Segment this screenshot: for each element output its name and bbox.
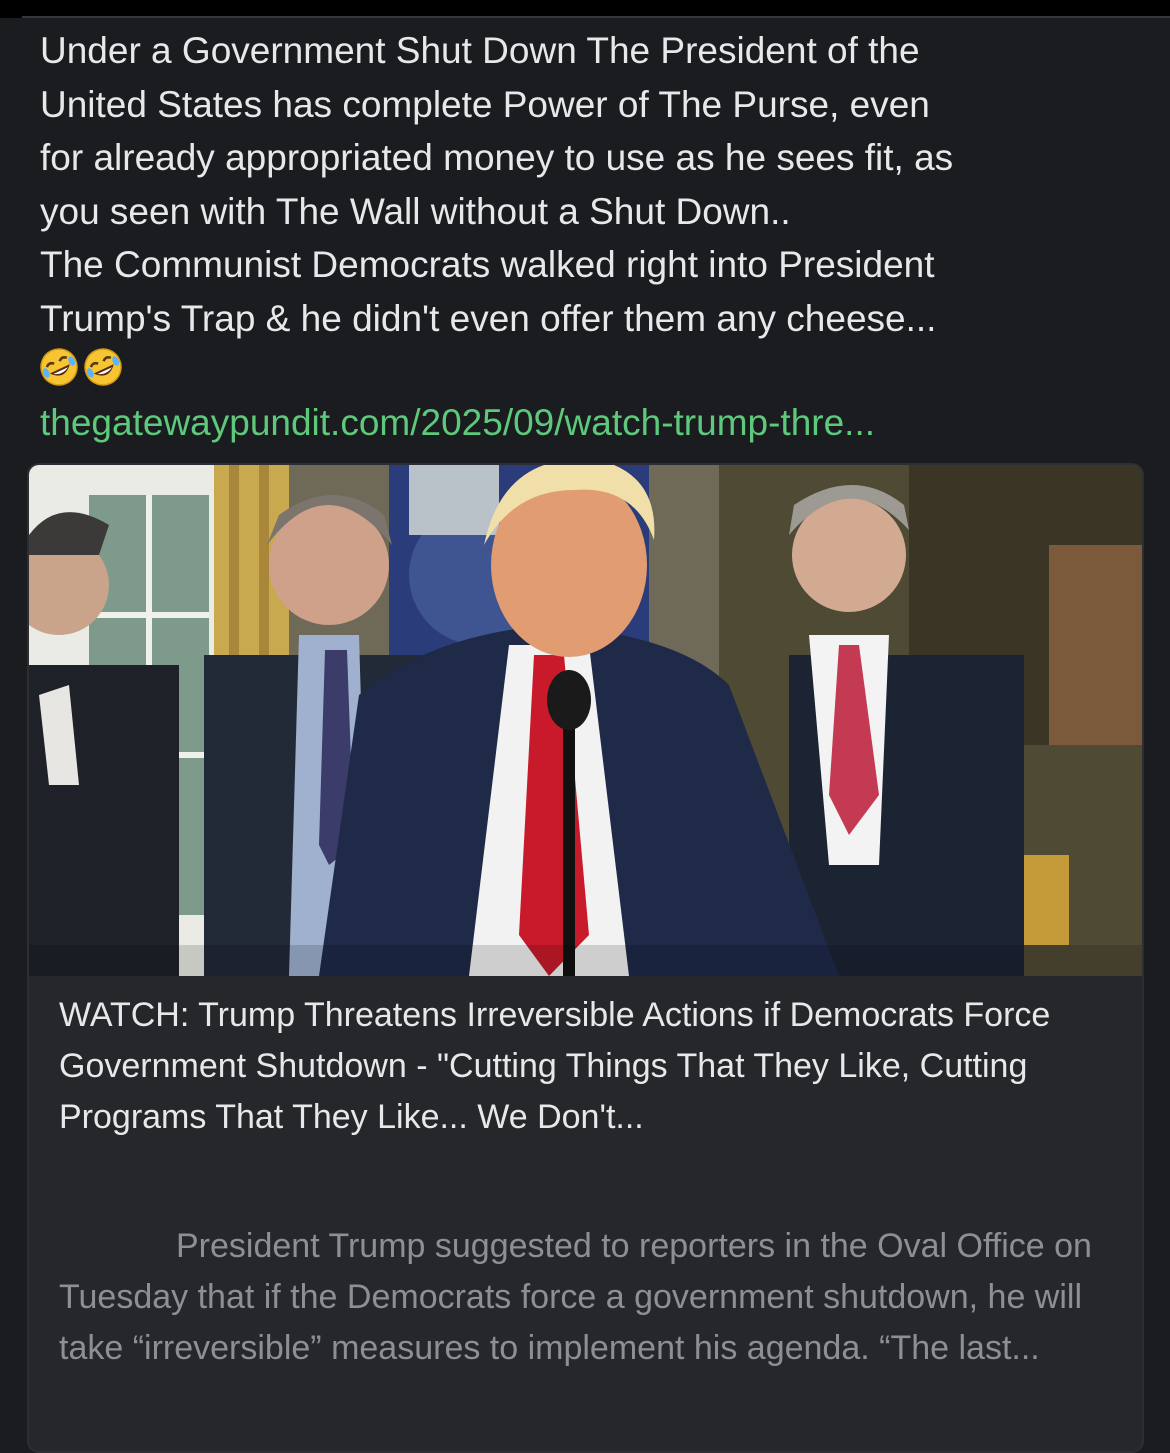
rolling-on-floor-laughing-icon [84, 348, 122, 386]
link-preview-title[interactable]: WATCH: Trump Threatens Irreversible Acti… [59, 990, 1119, 1143]
link-preview-card[interactable]: WATCH: Trump Threatens Irreversible Acti… [27, 463, 1144, 1453]
post-link[interactable]: thegatewaypundit.com/2025/09/watch-trump… [40, 396, 875, 449]
rolling-on-floor-laughing-icon [40, 348, 78, 386]
post-text: Under a Government Shut Down The Preside… [40, 30, 954, 339]
divider [22, 16, 1170, 18]
press-conference-photo [29, 465, 1142, 976]
emoji-row [38, 346, 124, 392]
link-preview-description: President Trump suggested to reporters i… [59, 1227, 1092, 1367]
link-preview-image[interactable] [29, 465, 1142, 976]
